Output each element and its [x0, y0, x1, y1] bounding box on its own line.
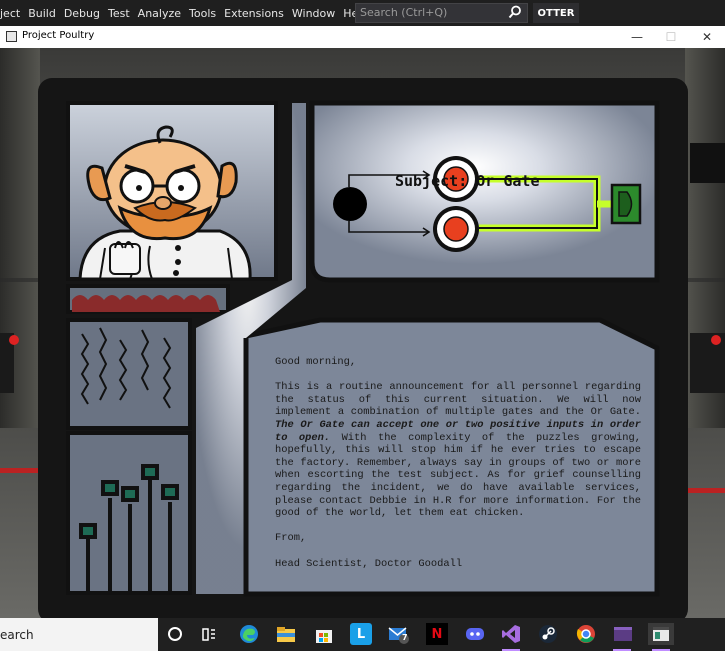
chrome-icon[interactable] — [575, 623, 597, 645]
edge-icon[interactable] — [238, 623, 260, 645]
widgets-icon[interactable] — [198, 623, 220, 645]
window-title: Project Poultry — [22, 30, 95, 41]
window-title-bar: Project Poultry — ☐ ✕ — [0, 26, 725, 48]
taskbar: earch L 7 N — [0, 618, 725, 651]
diagram-frame — [309, 100, 660, 283]
ide-menu-bar: ject Build Debug Test Analyze Tools Exte… — [0, 0, 725, 26]
letter-body-part1: This is a routine announcement for all p… — [275, 381, 641, 419]
file-explorer-icon[interactable] — [275, 623, 297, 645]
message-letter: Good morning, This is a routine announce… — [275, 356, 641, 583]
store-icon[interactable] — [313, 623, 335, 645]
letter-from: From, — [275, 532, 307, 545]
close-button[interactable]: ✕ — [692, 28, 722, 46]
menu-test[interactable]: Test — [108, 7, 138, 20]
menu-extensions[interactable]: Extensions — [224, 7, 292, 20]
discord-icon[interactable] — [464, 623, 486, 645]
account-button[interactable]: OTTER — [533, 3, 579, 23]
menu-tools[interactable]: Tools — [189, 7, 224, 20]
menu-window[interactable]: Window — [292, 7, 343, 20]
menu-build[interactable]: Build — [28, 7, 64, 20]
steam-icon[interactable] — [537, 623, 559, 645]
letter-body: This is a routine announcement for all p… — [275, 381, 641, 520]
minimize-button[interactable]: — — [622, 28, 652, 46]
letter-body-part2: With the complexity of the puzzles growi… — [275, 431, 641, 520]
letter-greeting: Good morning, — [275, 356, 357, 368]
visual-studio-icon[interactable] — [500, 623, 522, 645]
menu-analyze[interactable]: Analyze — [138, 7, 189, 20]
search-icon[interactable] — [508, 5, 522, 19]
maximize-button[interactable]: ☐ — [656, 28, 686, 46]
ide-search-input[interactable]: Search (Ctrl+Q) — [355, 3, 528, 23]
letter-signature: Head Scientist, Doctor Goodall — [275, 557, 463, 570]
app-icon — [6, 31, 17, 42]
menu-project[interactable]: ject — [0, 7, 28, 20]
menu-debug[interactable]: Debug — [64, 7, 108, 20]
taskbar-search-input[interactable]: earch — [0, 618, 158, 651]
launcher-icon[interactable]: L — [350, 623, 372, 645]
game-window-icon[interactable] — [648, 623, 674, 645]
wire-panel — [66, 318, 192, 430]
diagram-title: Subject: Or Gate — [395, 172, 540, 190]
task-view-icon[interactable] — [164, 623, 186, 645]
mail-icon[interactable]: 7 — [388, 623, 410, 645]
netflix-icon[interactable]: N — [426, 623, 448, 645]
mail-badge: 7 — [402, 633, 408, 642]
terminal-icon[interactable] — [612, 623, 634, 645]
